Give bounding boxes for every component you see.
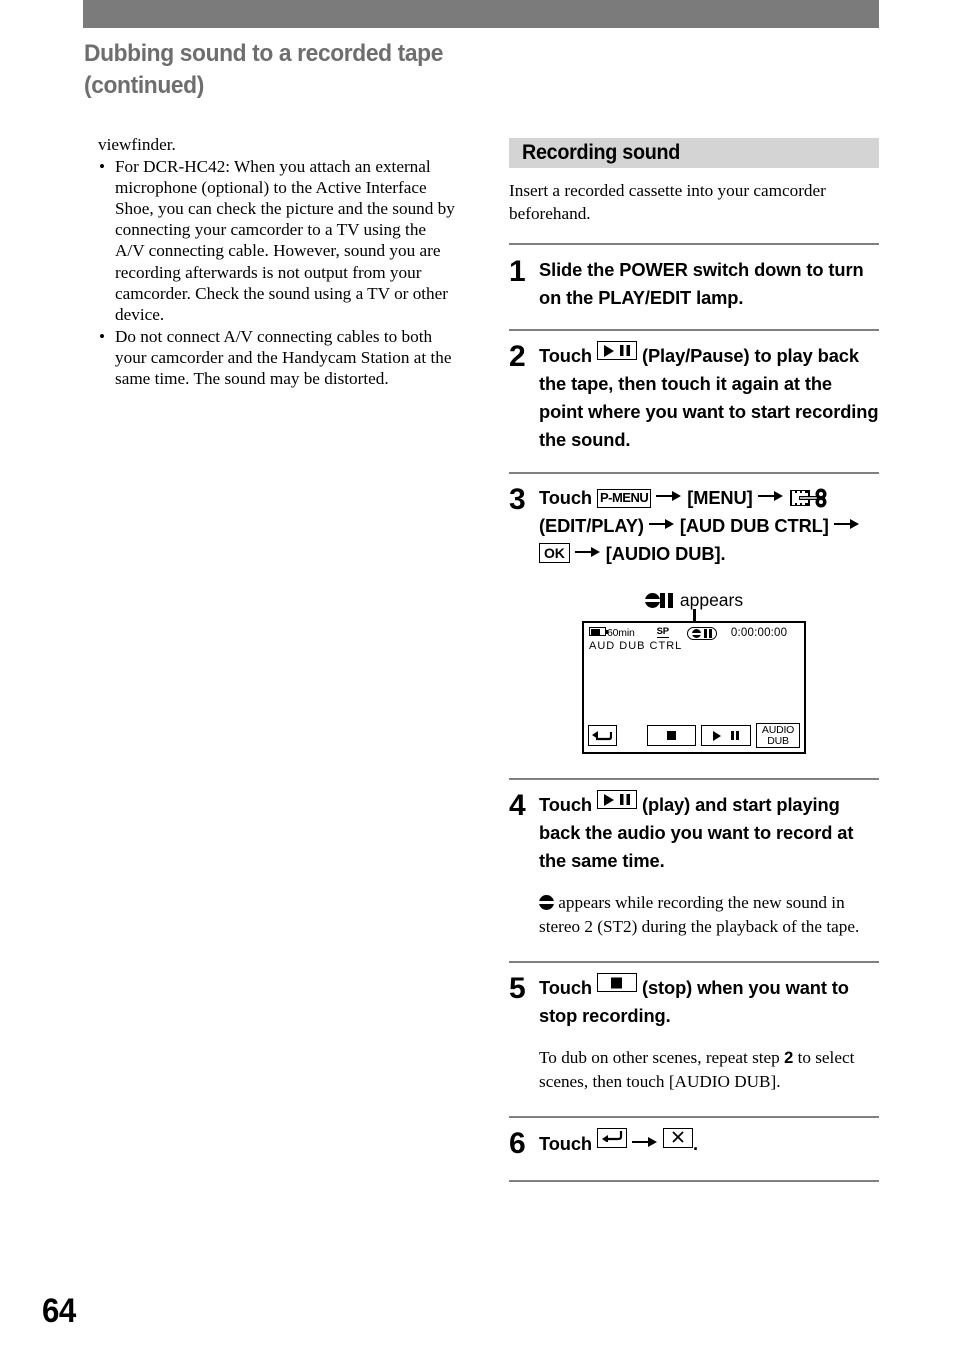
audio-dub-button[interactable]: AUDIO DUB [756,723,800,748]
step-text: Touch (Play/Pause) to play back the tape… [539,341,879,454]
edit-play-menu-icon [789,487,829,509]
divider [509,778,879,780]
close-x-icon [662,1128,693,1148]
page-title: Dubbing sound to a recorded tape (contin… [84,38,475,102]
step-4: 4 Touch (play) and start playing back th… [509,790,879,875]
audio-dub-button-line-1: AUDIO [761,723,795,736]
step-text: Slide the POWER switch down to turn on t… [539,259,864,308]
audio-dub-button-line-2: DUB [767,734,789,747]
appears-caption: appears [509,590,879,611]
play-pause-icon [596,341,637,360]
right-column: Recording sound Insert a recorded casset… [509,138,879,1182]
return-button[interactable] [588,725,617,746]
step-6: 6 Touch . [509,1127,879,1160]
list-item-text: For DCR-HC42: When you attach an externa… [115,157,455,324]
step-5-note-step-ref: 2 [784,1049,794,1067]
rec-mode-label: SP [656,626,669,638]
play-icon [713,730,722,741]
step-text: Touch (stop) when you want to stop recor… [539,973,879,1030]
audio-dub-indicator-icon [644,593,660,608]
arrow-icon [574,546,601,558]
battery-time: 60min [607,627,635,639]
step-5-note: To dub on other scenes, repeat step 2 to… [539,1046,879,1094]
list-item: • For DCR-HC42: When you attach an exter… [98,156,458,325]
arrow-icon [656,490,682,502]
divider [509,1180,879,1182]
audio-dub-label: [AUDIO DUB]. [605,543,726,564]
arrow-icon [631,1136,658,1148]
list-item-text: Do not connect A/V connecting cables to … [115,326,452,389]
bullet-marker: • [99,157,106,177]
bullet-marker: • [99,326,106,346]
page-top-bar [83,0,879,28]
lcd-screen-figure: 60min SP 0:00:00:00 AUD DUB CTRL AUDIO D… [509,609,879,754]
section-title: Recording sound [522,141,681,164]
lcd-screen: 60min SP 0:00:00:00 AUD DUB CTRL AUDIO D… [582,621,806,754]
pause-indicator-icon [659,593,673,608]
step-text-suffix: . [692,1133,698,1154]
step-number: 1 [509,255,526,288]
step-number: 4 [509,789,526,822]
section-header: Recording sound [509,138,879,168]
step-3: 3 Touch P-MENU [MENU] (EDIT/PLAY) [AUD D… [509,484,879,568]
step-number: 3 [509,483,526,516]
play-pause-button[interactable] [701,725,752,746]
appears-caption-text: appears [679,590,744,610]
menu-label: [MENU] [687,487,753,508]
page-number: 64 [42,1292,76,1330]
divider [509,329,879,331]
arrow-icon [757,490,784,502]
page-title-line-1: Dubbing sound to a recorded tape [84,40,444,67]
step-text-prefix: Touch [539,794,592,815]
step-text-prefix: Touch [539,1133,592,1154]
return-icon [596,1128,627,1148]
step-text-prefix: Touch [539,345,592,366]
divider [509,243,879,245]
step-number: 2 [509,340,526,373]
divider [509,472,879,474]
step-number: 6 [509,1127,526,1160]
step-text-prefix: Touch [539,487,592,508]
stop-icon [596,973,637,992]
step-text: Touch P-MENU [MENU] (EDIT/PLAY) [AUD DUB… [539,484,879,568]
audio-dub-indicator-icon [691,629,701,638]
edit-play-label: (EDIT/PLAY) [539,515,644,536]
pause-indicator-icon [703,629,712,638]
divider [509,1116,879,1118]
step-5-note-a: To dub on other scenes, repeat step [539,1048,780,1067]
divider [509,961,879,963]
lcd-status-bar: 60min SP 0:00:00:00 [589,627,799,640]
step-2: 2 Touch (Play/Pause) to play back the ta… [509,341,879,454]
arrow-icon [833,518,860,530]
step-text: Touch . [539,1128,879,1158]
step-5: 5 Touch (stop) when you want to stop rec… [509,973,879,1030]
lcd-mode-label: AUD DUB CTRL [589,640,683,652]
arrow-icon [648,518,675,530]
aud-dub-ctrl-label: [AUD DUB CTRL] [679,515,829,536]
step-text-prefix: Touch [539,977,592,998]
continued-paragraph: viewfinder. [98,135,176,154]
timecode: 0:00:00:00 [730,627,788,639]
stop-icon [667,731,677,740]
list-item: • Do not connect A/V connecting cables t… [98,326,458,389]
battery-icon [589,627,608,636]
step-1: 1 Slide the POWER switch down to turn on… [509,256,879,312]
step-4-note-text: appears while recording the new sound in… [539,893,860,936]
ok-icon: OK [539,543,570,563]
step-4-note: appears while recording the new sound in… [539,891,879,939]
section-intro: Insert a recorded cassette into your cam… [509,181,826,223]
page-title-line-2: (continued) [84,72,204,99]
play-pause-icon [596,790,637,809]
dub-pause-indicator [686,627,717,640]
stop-button[interactable] [646,725,697,746]
pause-icon [731,731,740,740]
lcd-button-row: AUDIO DUB [588,723,800,748]
step-number: 5 [509,972,526,1005]
return-icon [592,730,613,740]
left-column: viewfinder. • For DCR-HC42: When you att… [98,134,458,389]
p-menu-icon: P-MENU [596,489,652,508]
audio-dub-indicator-icon [539,895,554,910]
step-text: Touch (play) and start playing back the … [539,790,879,875]
